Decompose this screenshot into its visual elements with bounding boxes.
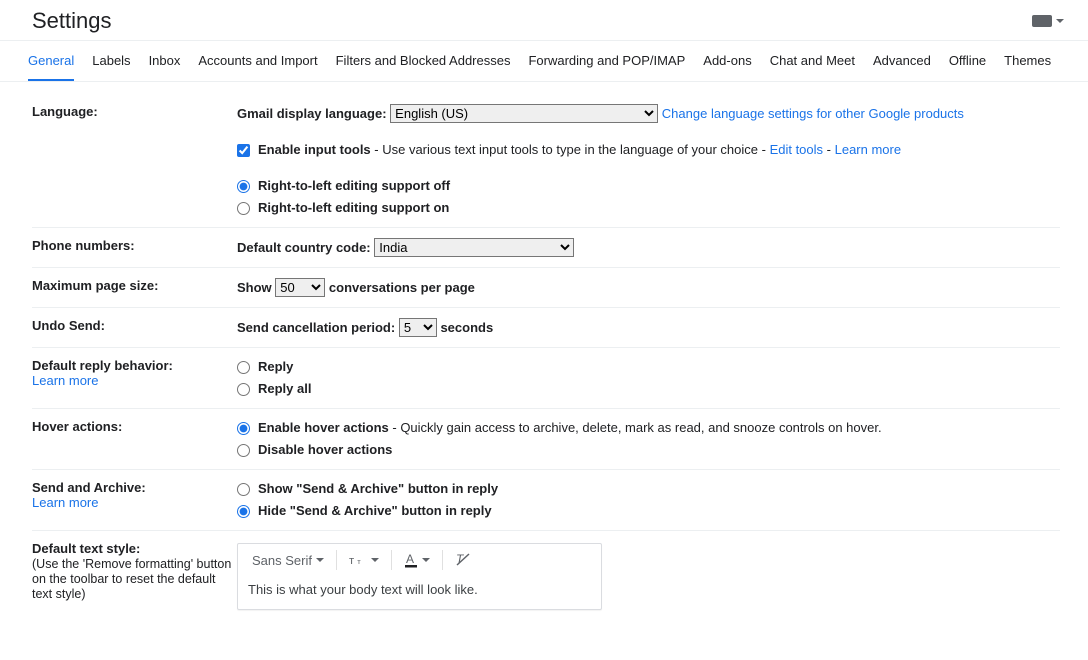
display-language-label: Gmail display language: <box>237 106 387 121</box>
tab-offline[interactable]: Offline <box>949 41 986 81</box>
chevron-down-icon <box>422 558 430 562</box>
chevron-down-icon <box>371 558 379 562</box>
rtl-off-label: Right-to-left editing support off <box>258 177 450 195</box>
reply-heading: Default reply behavior: <box>32 358 173 373</box>
settings-tabs: General Labels Inbox Accounts and Import… <box>0 41 1088 82</box>
text-style-preview: This is what your body text will look li… <box>238 576 601 609</box>
text-style-box: Sans Serif тт A <box>237 543 602 610</box>
rtl-on-label: Right-to-left editing support on <box>258 199 449 217</box>
reply-all-label: Reply all <box>258 380 311 398</box>
tab-inbox[interactable]: Inbox <box>149 41 181 81</box>
rtl-on-radio[interactable] <box>237 202 250 215</box>
font-family-label: Sans Serif <box>252 553 312 568</box>
pagesize-heading: Maximum page size: <box>32 268 237 308</box>
display-language-select[interactable]: English (US) <box>390 104 658 123</box>
undo-heading: Undo Send: <box>32 308 237 348</box>
pagesize-suffix: conversations per page <box>329 280 475 295</box>
reply-all-radio[interactable] <box>237 383 250 396</box>
enable-input-tools-checkbox[interactable] <box>237 144 250 157</box>
language-heading: Language: <box>32 94 237 228</box>
input-tools-dropdown[interactable] <box>1028 12 1068 30</box>
tab-chat[interactable]: Chat and Meet <box>770 41 855 81</box>
divider <box>391 550 392 570</box>
clear-format-icon: T <box>455 552 471 568</box>
learn-more-link[interactable]: Learn more <box>835 142 901 157</box>
rtl-off-radio[interactable] <box>237 180 250 193</box>
tab-filters[interactable]: Filters and Blocked Addresses <box>336 41 511 81</box>
tab-forwarding[interactable]: Forwarding and POP/IMAP <box>528 41 685 81</box>
send-archive-hide-label: Hide "Send & Archive" button in reply <box>258 502 492 520</box>
text-style-note: (Use the 'Remove formatting' button on t… <box>32 557 231 601</box>
hover-heading: Hover actions: <box>32 409 237 470</box>
chevron-down-icon <box>316 558 324 562</box>
tab-themes[interactable]: Themes <box>1004 41 1051 81</box>
enable-input-tools-label: Enable input tools <box>258 142 371 157</box>
tab-labels[interactable]: Labels <box>92 41 130 81</box>
send-archive-show-radio[interactable] <box>237 483 250 496</box>
undo-label: Send cancellation period: <box>237 320 395 335</box>
tab-accounts[interactable]: Accounts and Import <box>198 41 317 81</box>
hover-enable-radio[interactable] <box>237 422 250 435</box>
text-style-heading: Default text style: <box>32 541 140 556</box>
text-size-icon: тт <box>349 553 367 567</box>
text-color-icon: A <box>404 552 418 568</box>
send-archive-hide-radio[interactable] <box>237 505 250 518</box>
font-size-button[interactable]: тт <box>345 551 383 569</box>
send-archive-show-label: Show "Send & Archive" button in reply <box>258 480 498 498</box>
pagesize-show: Show <box>237 280 272 295</box>
font-family-button[interactable]: Sans Serif <box>248 551 328 570</box>
remove-formatting-button[interactable]: T <box>451 550 475 570</box>
send-archive-heading: Send and Archive: <box>32 480 146 495</box>
keyboard-icon <box>1032 15 1052 27</box>
country-code-label: Default country code: <box>237 240 371 255</box>
page-title: Settings <box>32 8 112 34</box>
reply-learn-more-link[interactable]: Learn more <box>32 373 98 388</box>
svg-text:т: т <box>357 557 361 566</box>
enable-input-tools-desc: - Use various text input tools to type i… <box>371 142 770 157</box>
hover-enable-label: Enable hover actions <box>258 420 389 435</box>
hover-enable-desc: - Quickly gain access to archive, delete… <box>389 420 882 435</box>
undo-suffix: seconds <box>440 320 493 335</box>
divider <box>336 550 337 570</box>
undo-select[interactable]: 5 <box>399 318 437 337</box>
hover-disable-label: Disable hover actions <box>258 441 392 459</box>
country-code-select[interactable]: India <box>374 238 574 257</box>
reply-label: Reply <box>258 358 293 376</box>
tab-general[interactable]: General <box>28 41 74 81</box>
chevron-down-icon <box>1056 19 1064 23</box>
hover-disable-radio[interactable] <box>237 444 250 457</box>
tab-addons[interactable]: Add-ons <box>703 41 751 81</box>
reply-radio[interactable] <box>237 361 250 374</box>
svg-text:т: т <box>349 555 354 567</box>
change-language-link[interactable]: Change language settings for other Googl… <box>662 106 964 121</box>
edit-tools-link[interactable]: Edit tools <box>770 142 823 157</box>
phone-heading: Phone numbers: <box>32 228 237 268</box>
send-archive-learn-more-link[interactable]: Learn more <box>32 495 98 510</box>
pagesize-select[interactable]: 50 <box>275 278 325 297</box>
text-color-button[interactable]: A <box>400 550 434 570</box>
svg-text:A: A <box>406 552 414 566</box>
tab-advanced[interactable]: Advanced <box>873 41 931 81</box>
divider <box>442 550 443 570</box>
